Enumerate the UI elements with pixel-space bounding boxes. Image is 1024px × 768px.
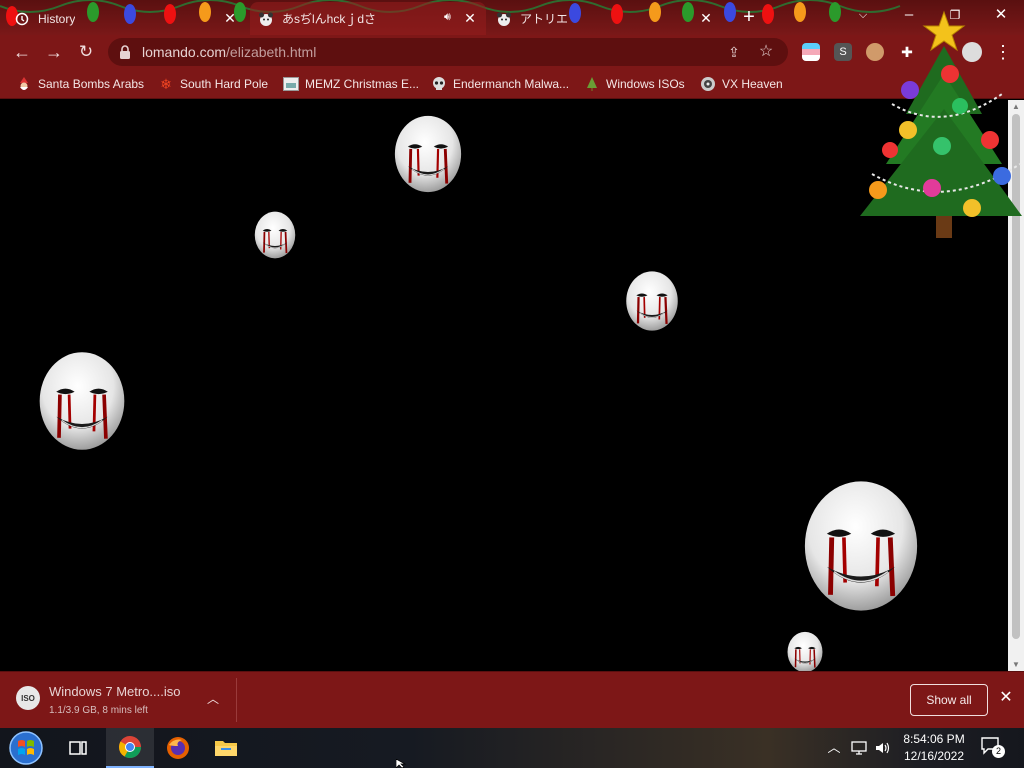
clock-time: 8:54:06 PM <box>903 732 965 746</box>
tab-current[interactable]: あsぢlんhckｊdさ 🔊︎ ✕ <box>250 2 486 35</box>
bookmark-memz-christmas[interactable]: MEMZ Christmas E... <box>283 75 419 93</box>
bookmark-endermanch-malware[interactable]: Endermanch Malwa... <box>431 75 569 93</box>
bookmark-label: Santa Bombs Arabs <box>38 77 145 91</box>
bookmark-windows-isos[interactable]: Windows ISOs <box>584 75 685 93</box>
tree-icon <box>584 76 600 92</box>
new-tab-button[interactable]: + <box>738 6 760 28</box>
red-snowflake-icon: ❄ <box>160 75 172 92</box>
taskbar-clock[interactable]: 8:54:06 PM 12/16/2022 <box>898 731 970 765</box>
forward-button[interactable]: → <box>42 40 66 64</box>
bookmark-star-icon[interactable]: ☆ <box>756 42 776 62</box>
screen: History ✕ あsぢlんhckｊdさ 🔊︎ ✕ アトリエ ✕ + ⌵ – … <box>0 0 1024 768</box>
mask-face-image <box>625 270 679 332</box>
bear-favicon <box>496 11 512 27</box>
task-view-icon[interactable] <box>54 728 102 768</box>
bookmark-label: Windows ISOs <box>606 77 685 91</box>
mask-face-image <box>393 114 463 194</box>
bear-favicon <box>258 11 274 27</box>
bookmark-south-hard-pole[interactable]: ❄ South Hard Pole <box>158 75 268 93</box>
bookmark-santa-bombs-arabs[interactable]: Santa Bombs Arabs <box>16 75 144 93</box>
bookmark-label: VX Heaven <box>722 77 783 91</box>
mask-face-image <box>800 464 922 628</box>
mouse-cursor-icon <box>396 759 407 768</box>
download-status: 1.1/3.9 GB, 8 mins left <box>49 705 148 716</box>
lock-icon[interactable] <box>118 44 134 60</box>
santa-icon <box>16 76 32 92</box>
address-bar[interactable]: lomando.com/elizabeth.html ⇪ ☆ <box>108 38 788 66</box>
back-button[interactable]: ← <box>10 40 34 64</box>
s-extension[interactable]: S <box>834 43 852 61</box>
christmas-tree-decoration <box>860 10 1022 238</box>
volume-icon[interactable] <box>872 728 894 768</box>
bookmark-label: Endermanch Malwa... <box>453 77 570 91</box>
start-button[interactable] <box>6 730 46 766</box>
notification-count-badge: 2 <box>992 745 1005 758</box>
tab-close-icon[interactable]: ✕ <box>222 10 238 26</box>
mask-face-image <box>786 631 824 671</box>
iso-file-icon: ISO <box>16 686 40 710</box>
file-explorer-icon[interactable] <box>202 728 250 768</box>
download-file-name: Windows 7 Metro....iso <box>49 684 181 699</box>
action-center-button[interactable]: 2 <box>980 736 1006 760</box>
mask-face-image <box>37 350 127 452</box>
bookmark-label: South Hard Pole <box>180 77 269 91</box>
tab-atelier[interactable]: アトリエ ✕ <box>496 2 722 35</box>
memz-icon <box>283 76 299 92</box>
tab-title: アトリエ <box>520 12 569 26</box>
tab-close-icon[interactable]: ✕ <box>698 10 714 26</box>
reload-button[interactable]: ↻ <box>74 40 98 64</box>
tab-title: あsぢlんhckｊdさ <box>282 12 377 26</box>
trans-flag-extension[interactable] <box>802 43 820 61</box>
chevron-up-icon[interactable]: ︿ <box>204 690 222 708</box>
close-download-shelf-icon[interactable]: ✕ <box>996 688 1016 708</box>
firefox-icon[interactable] <box>154 728 202 768</box>
windows-taskbar: ︿ 8:54:06 PM 12/16/2022 2 <box>0 728 1024 768</box>
show-hidden-icons-chevron-icon[interactable]: ︿ <box>824 728 844 768</box>
bookmark-vx-heaven[interactable]: VX Heaven <box>700 75 783 93</box>
vx-icon <box>700 76 716 92</box>
download-shelf: ISO Windows 7 Metro....iso 1.1/3.9 GB, 8… <box>0 671 1024 728</box>
clock-date: 12/16/2022 <box>903 749 965 763</box>
tab-title: History <box>38 11 76 26</box>
skull-icon <box>431 76 447 92</box>
share-icon[interactable]: ⇪ <box>724 42 744 62</box>
show-all-button[interactable]: Show all <box>910 684 988 716</box>
tab-close-icon[interactable]: ✕ <box>462 10 478 26</box>
bookmark-label: MEMZ Christmas E... <box>305 77 420 91</box>
url-text[interactable]: lomando.com/elizabeth.html <box>142 44 316 60</box>
mask-face-image <box>253 210 297 260</box>
speaker-icon[interactable]: 🔊︎ <box>444 11 451 24</box>
windows-orb-icon <box>9 731 43 765</box>
network-icon[interactable] <box>848 728 870 768</box>
download-divider <box>236 678 237 722</box>
scroll-down-arrow-icon[interactable]: ▼ <box>1012 660 1020 669</box>
chrome-icon[interactable] <box>106 728 154 768</box>
history-icon <box>14 11 30 27</box>
tab-history[interactable]: History ✕ <box>14 2 246 35</box>
